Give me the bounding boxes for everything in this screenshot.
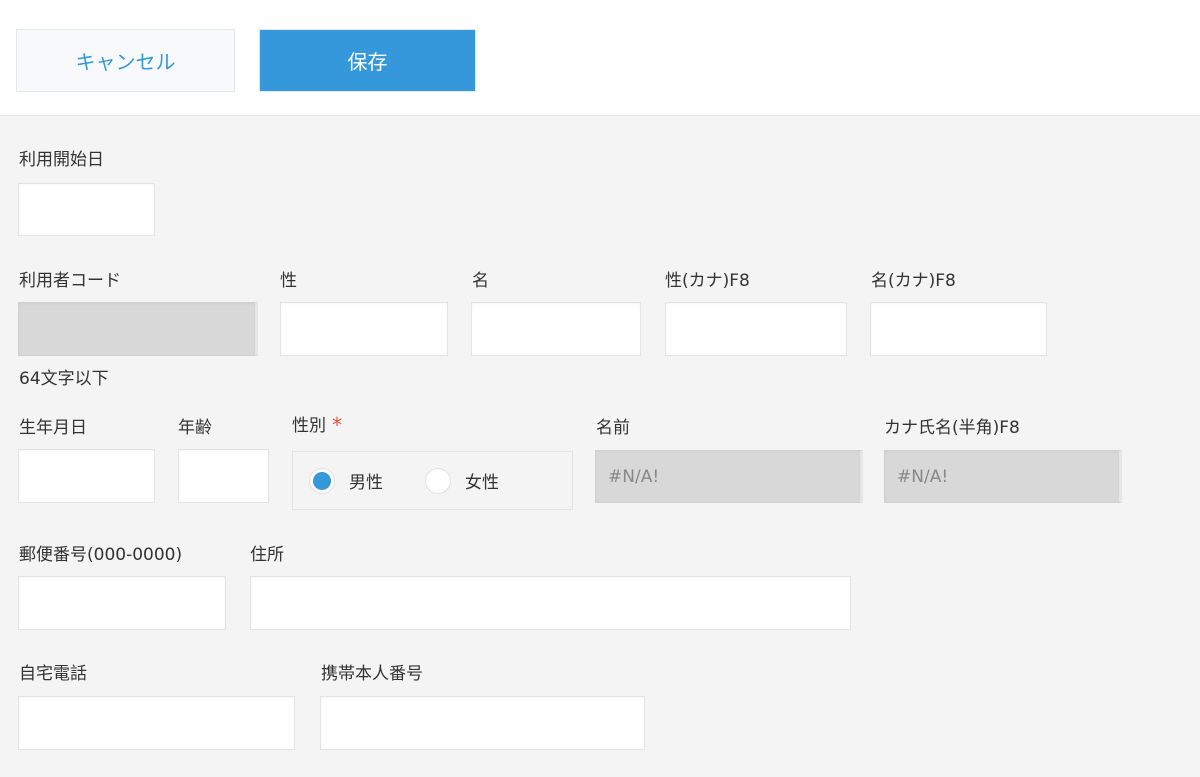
- first-name-label: 名: [472, 271, 489, 291]
- full-name-field: #N/A!: [595, 450, 863, 503]
- gender-label: 性別: [292, 416, 326, 436]
- gender-option-female[interactable]: 女性: [425, 467, 499, 494]
- last-name-field[interactable]: [280, 302, 448, 356]
- postal-code-label: 郵便番号(000-0000): [19, 545, 183, 565]
- save-button[interactable]: 保存: [259, 29, 476, 92]
- user-code-note: 64文字以下: [19, 369, 109, 389]
- birth-date-label: 生年月日: [19, 418, 87, 438]
- last-name-kana-field[interactable]: [665, 302, 847, 356]
- first-name-kana-field[interactable]: [870, 302, 1047, 356]
- user-code-field: [18, 302, 258, 356]
- gender-radio-group: 男性 女性: [292, 451, 573, 510]
- last-name-label: 性: [280, 271, 297, 291]
- last-name-kana-label: 性(カナ)F8: [665, 271, 750, 291]
- kana-full-name-field: #N/A!: [884, 450, 1122, 503]
- gender-option-female-label: 女性: [465, 473, 499, 493]
- required-mark: *: [332, 413, 342, 437]
- toolbar: キャンセル 保存: [0, 8, 1200, 116]
- first-name-kana-label: 名(カナ)F8: [871, 271, 956, 291]
- radio-button-male[interactable]: [309, 467, 335, 494]
- start-date-field[interactable]: [18, 183, 155, 236]
- user-code-label: 利用者コード: [19, 271, 121, 291]
- mobile-phone-label: 携帯本人番号: [321, 664, 423, 684]
- postal-code-field[interactable]: [18, 576, 226, 630]
- home-phone-label: 自宅電話: [19, 664, 87, 684]
- kana-full-name-label: カナ氏名(半角)F8: [884, 418, 1020, 438]
- gender-label-wrap: 性別 *: [292, 411, 342, 437]
- first-name-field[interactable]: [471, 302, 641, 356]
- home-phone-field[interactable]: [18, 696, 295, 750]
- full-name-value: #N/A!: [608, 466, 660, 487]
- full-name-label: 名前: [596, 418, 630, 438]
- radio-button-female[interactable]: [425, 467, 451, 494]
- mobile-phone-field[interactable]: [320, 696, 645, 750]
- address-label: 住所: [250, 545, 284, 565]
- kana-full-name-value: #N/A!: [897, 466, 949, 487]
- gender-option-male-label: 男性: [349, 473, 383, 493]
- birth-date-field[interactable]: [18, 449, 155, 503]
- address-field[interactable]: [250, 576, 851, 630]
- age-label: 年齢: [178, 418, 212, 438]
- cancel-button[interactable]: キャンセル: [16, 29, 235, 92]
- gender-option-male[interactable]: 男性: [309, 467, 383, 494]
- radio-selected-dot: [313, 471, 331, 490]
- start-date-label: 利用開始日: [19, 150, 104, 170]
- age-field[interactable]: [178, 449, 269, 503]
